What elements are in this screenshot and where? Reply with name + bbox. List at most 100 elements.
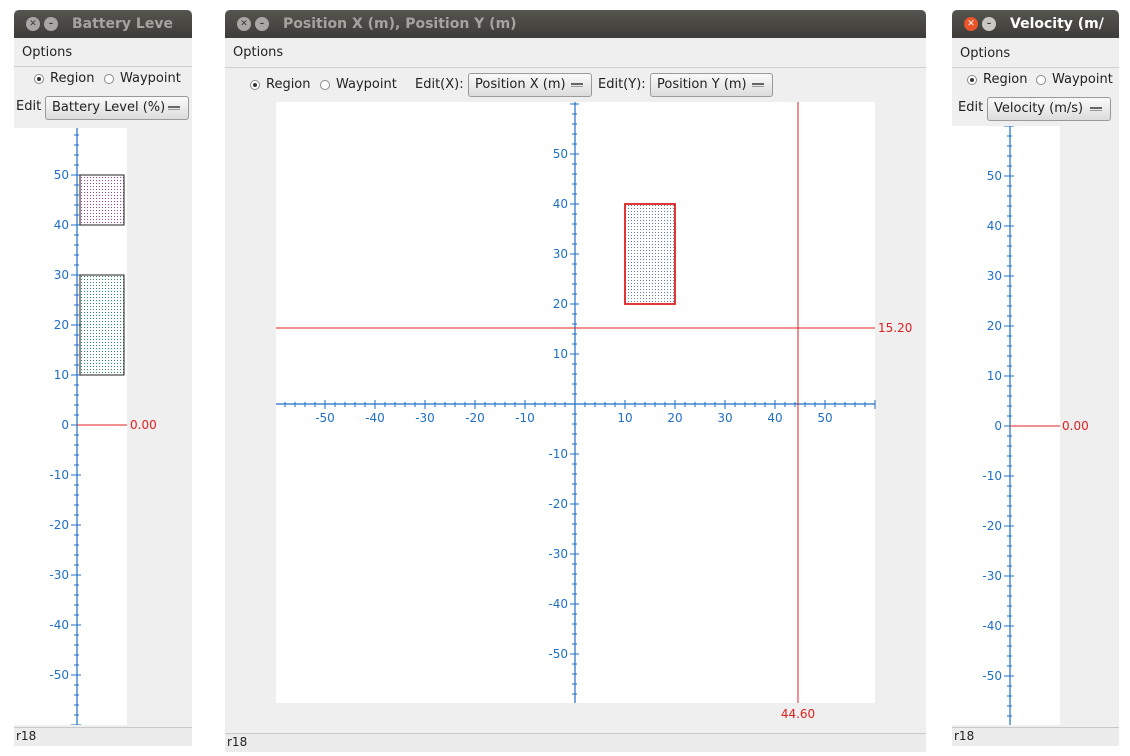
position-window: ✕ – Position X (m), Position Y (m) Optio… xyxy=(225,10,926,752)
y-tick-label: 40 xyxy=(553,197,568,211)
minimize-icon[interactable]: – xyxy=(255,17,269,31)
axis-tick-label: 20 xyxy=(54,318,69,332)
edit-x-select[interactable]: Position X (m) xyxy=(468,73,592,97)
region-radio[interactable] xyxy=(967,75,977,85)
region-radio-label[interactable]: Region xyxy=(266,77,311,92)
edit-variable-value: Battery Level (%) xyxy=(52,100,166,115)
x-tick-label: -10 xyxy=(515,411,535,425)
axis-tick-label: -40 xyxy=(49,618,69,632)
close-icon[interactable]: ✕ xyxy=(26,17,40,31)
x-tick-label: 40 xyxy=(767,411,782,425)
status-text: r18 xyxy=(954,729,975,743)
y-tick-label: 30 xyxy=(553,247,568,261)
region-radio[interactable] xyxy=(34,74,44,84)
y-tick-label: 50 xyxy=(553,147,568,161)
cursor-value-label: 0.00 xyxy=(130,418,157,432)
minimize-icon[interactable]: – xyxy=(44,17,58,31)
menubar: Options xyxy=(952,38,1119,68)
status-text: r18 xyxy=(16,729,37,743)
region-radio-label[interactable]: Region xyxy=(983,72,1028,87)
axis-tick-label: -50 xyxy=(982,669,1002,683)
axis-tick-label: 40 xyxy=(54,218,69,232)
position-plot[interactable]: -50 -40 -30 -20 -10 10 20 30 40 50 -50 -40 -30 -20 -10… xyxy=(225,102,926,732)
y-tick-label: 20 xyxy=(553,297,568,311)
options-menu[interactable]: Options xyxy=(233,45,283,60)
x-tick-label: -20 xyxy=(465,411,485,425)
axis-tick-label: -30 xyxy=(49,568,69,582)
battery-window: ✕ – Battery Leve Options Region Waypoint… xyxy=(14,10,192,746)
velocity-plot-area[interactable]: -50 -40 -30 -20 -10 0 10 20 30 40 50 xyxy=(952,125,1060,725)
velocity-titlebar[interactable]: ✕ – Velocity (m/ xyxy=(952,10,1119,38)
position-titlebar[interactable]: ✕ – Position X (m), Position Y (m) xyxy=(225,10,926,38)
x-tick-label: 20 xyxy=(667,411,682,425)
status-bar: r18 xyxy=(225,733,926,752)
x-tick-label: 30 xyxy=(717,411,732,425)
waypoint-radio[interactable] xyxy=(320,80,330,90)
axis-tick-label: -10 xyxy=(982,469,1002,483)
menubar: Options xyxy=(225,38,926,68)
waypoint-radio-label[interactable]: Waypoint xyxy=(1052,72,1113,87)
axis-tick-label: 40 xyxy=(987,219,1002,233)
edit-y-select[interactable]: Position Y (m) xyxy=(650,73,773,97)
axis-tick-label: -20 xyxy=(982,519,1002,533)
edit-variable-select[interactable]: Velocity (m/s) xyxy=(987,97,1111,121)
y-tick-label: 10 xyxy=(553,347,568,361)
axis-tick-label: 30 xyxy=(54,268,69,282)
x-tick-label: -30 xyxy=(415,411,435,425)
edit-variable-value: Velocity (m/s) xyxy=(994,101,1084,116)
axis-tick-label: -10 xyxy=(49,468,69,482)
menubar: Options xyxy=(14,38,192,67)
waypoint-radio-label[interactable]: Waypoint xyxy=(336,77,397,92)
axis-tick-label: 0 xyxy=(61,418,69,432)
y-tick-label: -40 xyxy=(548,597,568,611)
axis-tick-label: 30 xyxy=(987,269,1002,283)
close-icon[interactable]: ✕ xyxy=(237,17,251,31)
x-tick-label: 10 xyxy=(617,411,632,425)
status-bar: r18 xyxy=(952,727,1119,746)
options-menu[interactable]: Options xyxy=(22,45,72,60)
close-icon[interactable]: ✕ xyxy=(964,17,978,31)
waypoint-radio[interactable] xyxy=(1036,75,1046,85)
status-bar: r18 xyxy=(14,727,192,746)
battery-titlebar[interactable]: ✕ – Battery Leve xyxy=(14,10,192,38)
axis-tick-label: 10 xyxy=(987,369,1002,383)
axis-tick-label: -40 xyxy=(982,619,1002,633)
chevron-down-icon xyxy=(168,106,180,110)
region-radio[interactable] xyxy=(250,80,260,90)
edit-label: Edit xyxy=(16,99,42,114)
edit-x-label: Edit(X): xyxy=(415,77,464,92)
edit-x-value: Position X (m) xyxy=(475,77,566,92)
region-rect xyxy=(79,274,125,376)
x-tick-label: -40 xyxy=(365,411,385,425)
options-menu[interactable]: Options xyxy=(960,46,1010,61)
axis-tick-label: 20 xyxy=(987,319,1002,333)
waypoint-radio[interactable] xyxy=(104,74,114,84)
region-radio-label[interactable]: Region xyxy=(50,71,95,86)
region-rect xyxy=(79,174,125,226)
battery-plot-area[interactable]: -50 -40 -30 -20 -10 0 10 20 30 40 50 xyxy=(14,128,127,726)
y-tick-label: -30 xyxy=(548,547,568,561)
region-rect xyxy=(624,203,676,305)
window-title: Battery Leve xyxy=(72,16,173,32)
cursor-y-value: 15.20 xyxy=(878,321,912,335)
velocity-plot[interactable]: -50 -40 -30 -20 -10 0 10 20 30 40 50 xyxy=(952,125,1060,725)
edit-y-value: Position Y (m) xyxy=(657,77,747,92)
edit-label: Edit xyxy=(958,100,984,115)
axis-tick-label: -20 xyxy=(49,518,69,532)
minimize-icon[interactable]: – xyxy=(982,17,996,31)
axis-tick-label: 50 xyxy=(987,169,1002,183)
axis-tick-label: -30 xyxy=(982,569,1002,583)
waypoint-radio-label[interactable]: Waypoint xyxy=(120,71,181,86)
battery-plot[interactable]: -50 -40 -30 -20 -10 0 10 20 30 40 50 xyxy=(14,128,127,726)
y-tick-label: -10 xyxy=(548,447,568,461)
edit-variable-select[interactable]: Battery Level (%) xyxy=(45,96,189,120)
window-title: Velocity (m/ xyxy=(1010,16,1104,32)
cursor-x-value: 44.60 xyxy=(781,707,815,721)
x-tick-label: -50 xyxy=(315,411,335,425)
y-tick-label: -20 xyxy=(548,497,568,511)
edit-y-label: Edit(Y): xyxy=(598,77,646,92)
y-tick-label: -50 xyxy=(548,647,568,661)
cursor-value-label: 0.00 xyxy=(1062,419,1089,433)
velocity-window: ✕ – Velocity (m/ Options Region Waypoint… xyxy=(952,10,1119,746)
axis-tick-label: 10 xyxy=(54,368,69,382)
